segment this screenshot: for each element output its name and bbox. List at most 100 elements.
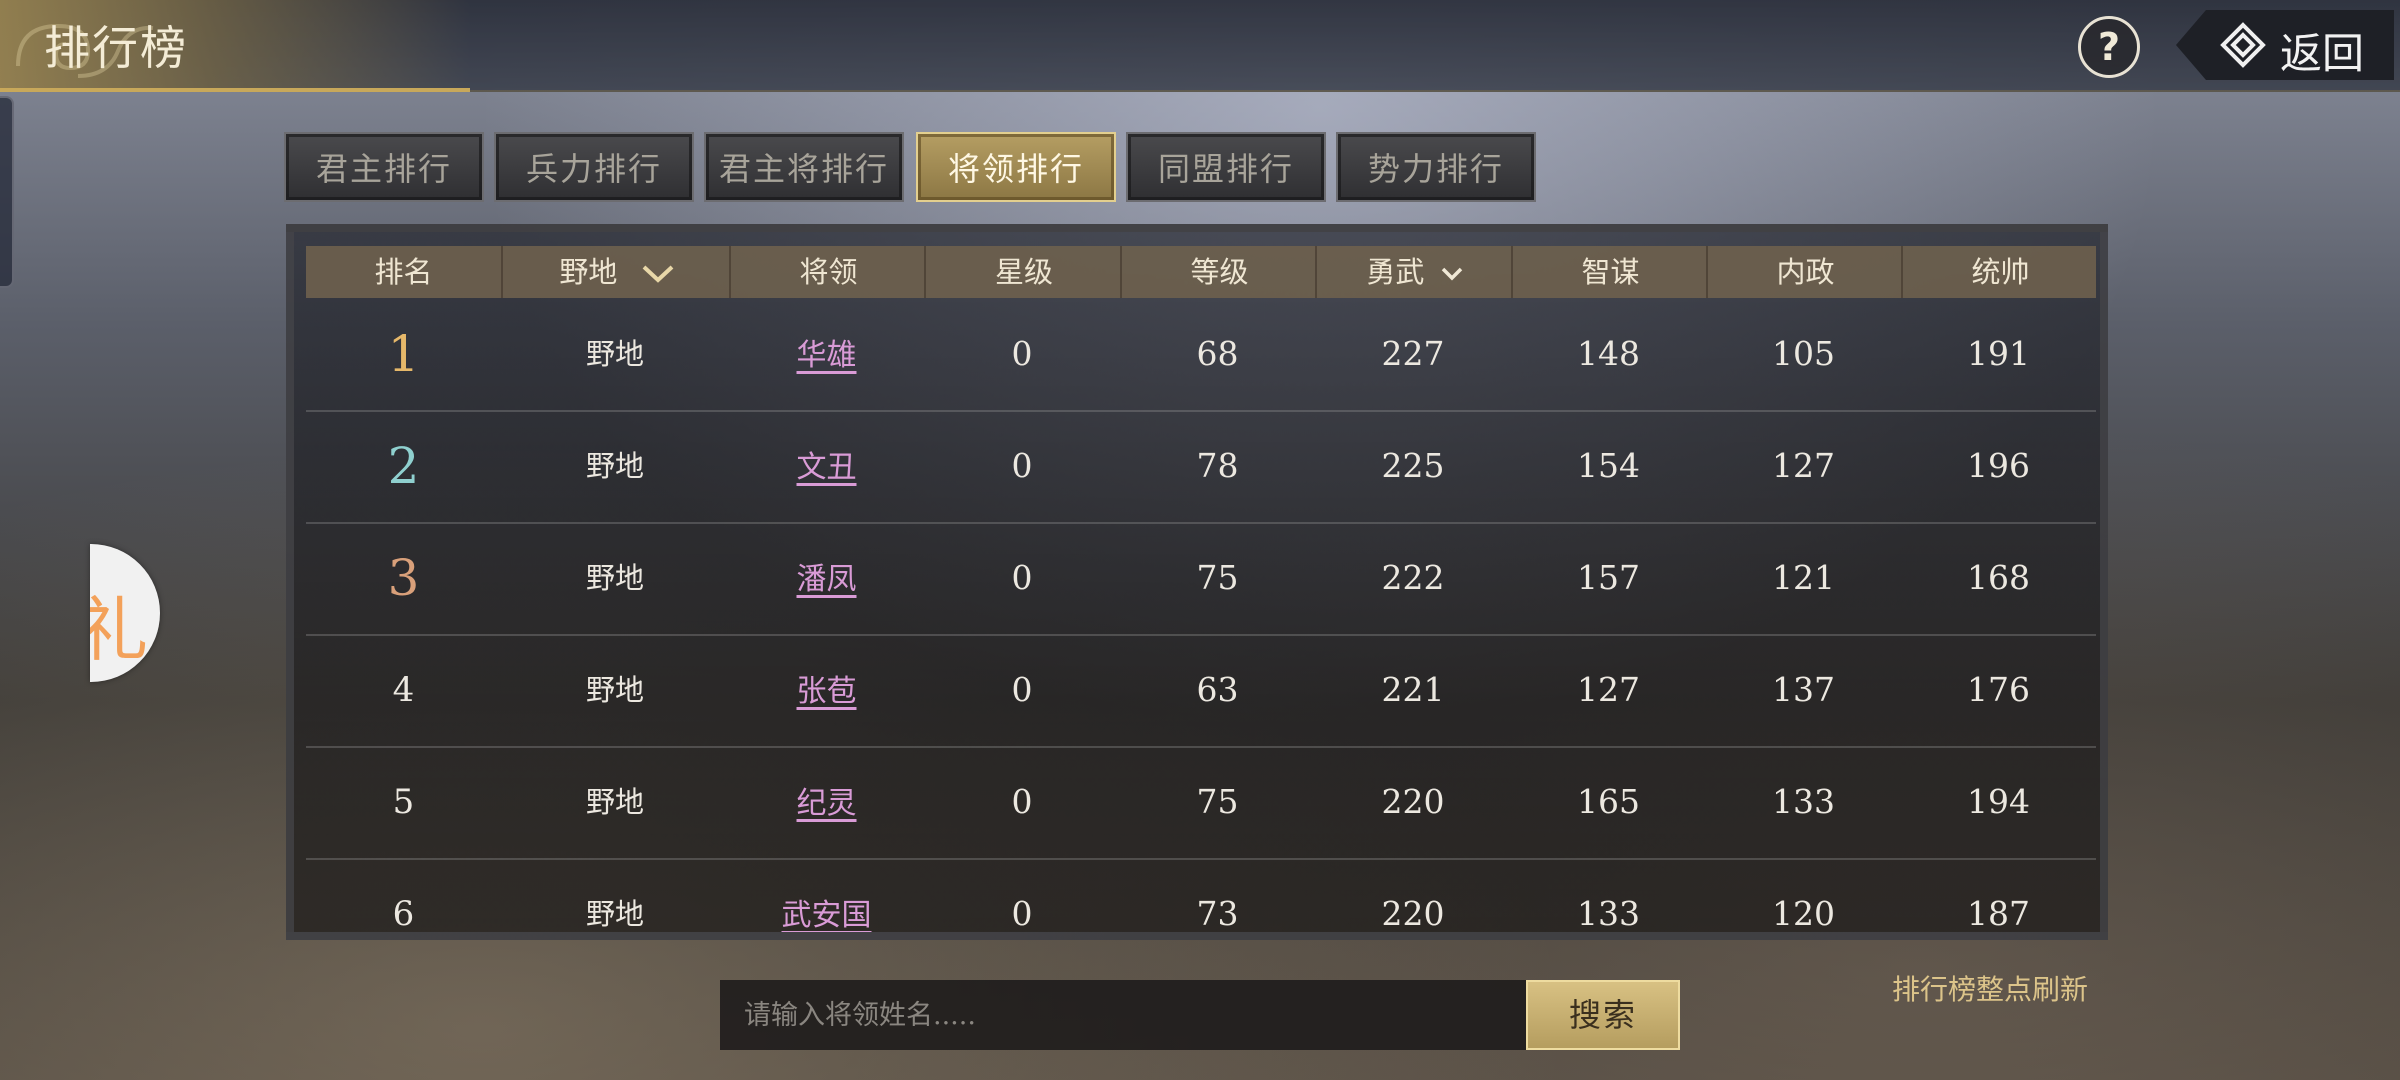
valor-cell: 221 <box>1381 670 1445 709</box>
wisdom-cell: 165 <box>1577 782 1640 821</box>
general-link[interactable]: 武安国 <box>782 898 872 932</box>
command-cell: 194 <box>1967 782 2030 821</box>
rank-cell: 4 <box>392 670 415 710</box>
general-link[interactable]: 文丑 <box>797 450 857 485</box>
valor-cell: 222 <box>1381 558 1445 597</box>
table-header: 排名 野地 将领 星级 等级 勇武 智谋 内政 统帅 <box>306 246 2096 298</box>
general-link[interactable]: 潘凤 <box>797 562 857 597</box>
table-row: 6 野地 武安国 0 73 220 133 120 187 <box>306 858 2096 934</box>
title-plate: 排行榜 <box>0 0 470 92</box>
general-cell: 华雄 <box>729 298 924 410</box>
top-bar: 排行榜 ? 返回 <box>0 0 2400 92</box>
header-general: 将领 <box>729 246 926 298</box>
sort-chevron-icon <box>1441 267 1462 281</box>
header-level: 等级 <box>1120 246 1317 298</box>
refresh-note: 排行榜整点刷新 <box>1892 973 2089 1006</box>
level-cell: 63 <box>1196 670 1239 709</box>
wisdom-cell: 133 <box>1577 894 1640 933</box>
politics-cell: 120 <box>1772 894 1835 933</box>
wisdom-cell: 157 <box>1577 558 1640 597</box>
region-cell: 野地 <box>585 673 644 707</box>
tab-alliance-ranking[interactable]: 同盟排行 <box>1126 132 1326 202</box>
general-cell: 文丑 <box>729 410 924 522</box>
rank-cell: 2 <box>387 437 420 495</box>
region-cell: 野地 <box>585 449 644 483</box>
table-row: 3 野地 潘凤 0 75 222 157 121 168 <box>306 522 2096 636</box>
politics-cell: 127 <box>1772 446 1835 485</box>
tab-lord-ranking[interactable]: 君主排行 <box>284 132 484 202</box>
level-cell: 73 <box>1196 894 1239 933</box>
page-title: 排行榜 <box>44 21 188 75</box>
command-cell: 196 <box>1967 446 2030 485</box>
region-cell: 野地 <box>585 561 644 595</box>
command-cell: 187 <box>1967 894 2030 933</box>
star-cell: 0 <box>1011 894 1033 933</box>
general-link[interactable]: 华雄 <box>797 338 857 373</box>
rank-cell: 5 <box>392 782 415 822</box>
level-cell: 75 <box>1196 782 1239 821</box>
star-cell: 0 <box>1011 782 1033 821</box>
header-star: 星级 <box>924 246 1122 298</box>
region-filter-dropdown[interactable]: 野地 <box>501 246 731 298</box>
left-drawer-handle[interactable] <box>0 96 14 288</box>
tab-faction-ranking[interactable]: 势力排行 <box>1336 132 1536 202</box>
valor-cell: 220 <box>1381 894 1445 933</box>
politics-cell: 133 <box>1772 782 1835 821</box>
header-wisdom: 智谋 <box>1511 246 1708 298</box>
region-cell: 野地 <box>585 785 644 819</box>
region-cell: 野地 <box>585 897 644 931</box>
general-search-input[interactable] <box>720 980 1528 1050</box>
politics-cell: 121 <box>1772 558 1835 597</box>
general-cell: 武安国 <box>729 858 924 932</box>
back-label: 返回 <box>2280 29 2365 78</box>
level-cell: 75 <box>1196 558 1239 597</box>
region-cell: 野地 <box>585 337 644 371</box>
tab-lord-general-ranking[interactable]: 君主将排行 <box>704 132 904 202</box>
table-row: 4 野地 张苞 0 63 221 127 137 176 <box>306 634 2096 748</box>
wisdom-cell: 154 <box>1577 446 1640 485</box>
header-region: 野地 <box>559 255 618 289</box>
header-valor: 勇武 <box>1366 255 1425 289</box>
level-cell: 68 <box>1196 334 1239 373</box>
sort-valor-button[interactable]: 勇武 <box>1315 246 1513 298</box>
general-link[interactable]: 纪灵 <box>797 786 857 821</box>
tab-troops-ranking[interactable]: 兵力排行 <box>494 132 694 202</box>
search-button[interactable]: 搜索 <box>1526 980 1680 1050</box>
general-cell: 张苞 <box>729 634 924 746</box>
wisdom-cell: 148 <box>1577 334 1640 373</box>
gift-icon-text: 礼 <box>90 589 148 671</box>
valor-cell: 220 <box>1381 782 1445 821</box>
star-cell: 0 <box>1011 334 1033 373</box>
star-cell: 0 <box>1011 446 1033 485</box>
help-button[interactable]: ? <box>2078 16 2140 78</box>
politics-cell: 137 <box>1772 670 1835 709</box>
rank-cell: 6 <box>392 894 415 934</box>
wisdom-cell: 127 <box>1577 670 1640 709</box>
table-row: 2 野地 文丑 0 78 225 154 127 196 <box>306 410 2096 524</box>
command-cell: 168 <box>1967 558 2030 597</box>
level-cell: 78 <box>1196 446 1239 485</box>
politics-cell: 105 <box>1772 334 1835 373</box>
rank-cell: 1 <box>387 325 420 383</box>
table-row: 5 野地 纪灵 0 75 220 165 133 194 <box>306 746 2096 860</box>
star-cell: 0 <box>1011 670 1033 709</box>
command-cell: 191 <box>1967 334 2030 373</box>
chevron-down-icon <box>642 265 673 283</box>
valor-cell: 227 <box>1381 334 1445 373</box>
table-row: 1 野地 华雄 0 68 227 148 105 191 <box>306 298 2096 412</box>
command-cell: 176 <box>1967 670 2030 709</box>
general-link[interactable]: 张苞 <box>797 674 857 709</box>
header-politics: 内政 <box>1706 246 1903 298</box>
gift-float-button[interactable]: 礼 <box>90 544 160 682</box>
header-command: 统帅 <box>1901 246 2098 298</box>
back-button[interactable]: 返回 <box>2176 10 2394 80</box>
rank-cell: 3 <box>387 549 420 607</box>
general-cell: 潘凤 <box>729 522 924 634</box>
valor-cell: 225 <box>1381 446 1445 485</box>
header-rank: 排名 <box>374 255 433 289</box>
tab-general-ranking[interactable]: 将领排行 <box>916 132 1116 202</box>
general-cell: 纪灵 <box>729 746 924 858</box>
ranking-table: 排名 野地 将领 星级 等级 勇武 智谋 内政 统帅 1 野地 华雄 0 68 … <box>286 224 2108 940</box>
star-cell: 0 <box>1011 558 1033 597</box>
back-diamond-icon <box>2220 22 2266 68</box>
